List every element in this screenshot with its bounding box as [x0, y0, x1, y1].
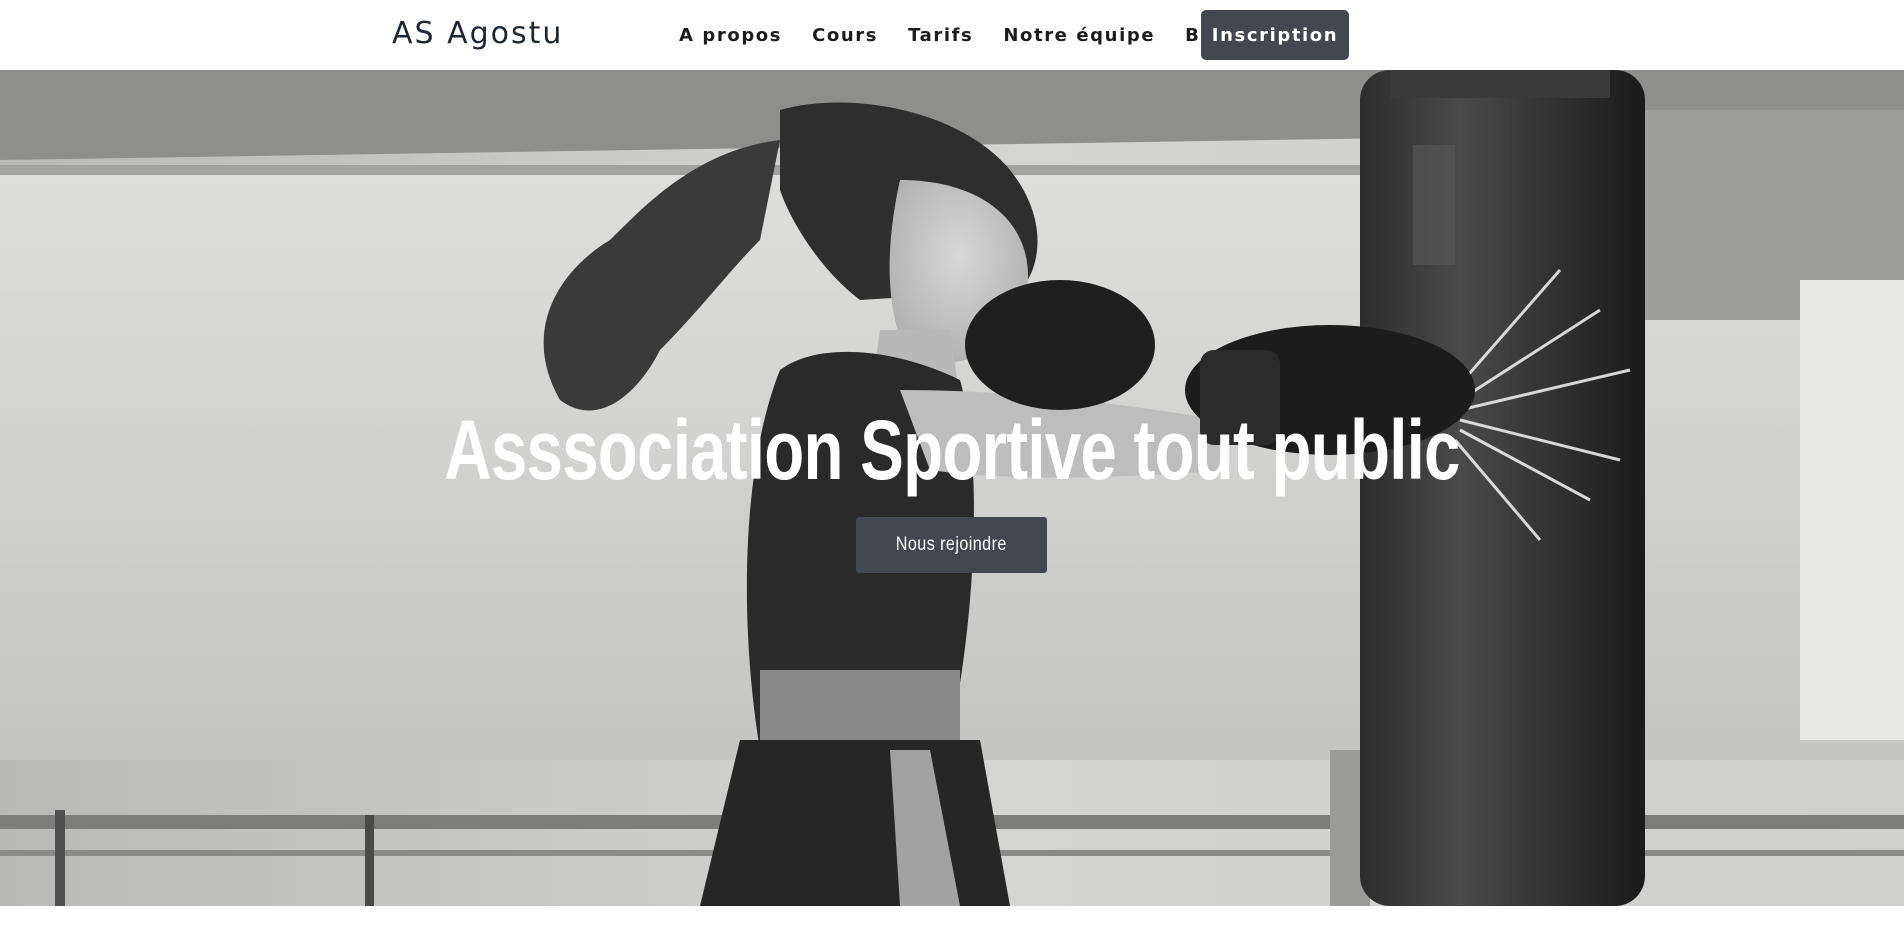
nav-links: A propos Cours Tarifs Notre équipe Blog — [679, 0, 1267, 70]
top-navbar: AS Agostu A propos Cours Tarifs Notre éq… — [0, 0, 1904, 70]
page-below-hero — [0, 906, 1904, 925]
site-logo[interactable]: AS Agostu — [392, 14, 563, 54]
join-us-button-label: Nous rejoindre — [895, 534, 1007, 555]
nav-link-notre-equipe[interactable]: Notre équipe — [1003, 25, 1155, 46]
inscription-button[interactable]: Inscription — [1201, 10, 1349, 60]
hero-title: Asssociation Sportive tout public — [444, 403, 1460, 497]
nav-link-tarifs[interactable]: Tarifs — [908, 25, 973, 46]
nav-link-a-propos[interactable]: A propos — [679, 25, 782, 46]
join-us-button[interactable]: Nous rejoindre — [856, 517, 1047, 573]
hero-section: Asssociation Sportive tout public Nous r… — [0, 70, 1904, 906]
nav-link-cours[interactable]: Cours — [812, 25, 878, 46]
